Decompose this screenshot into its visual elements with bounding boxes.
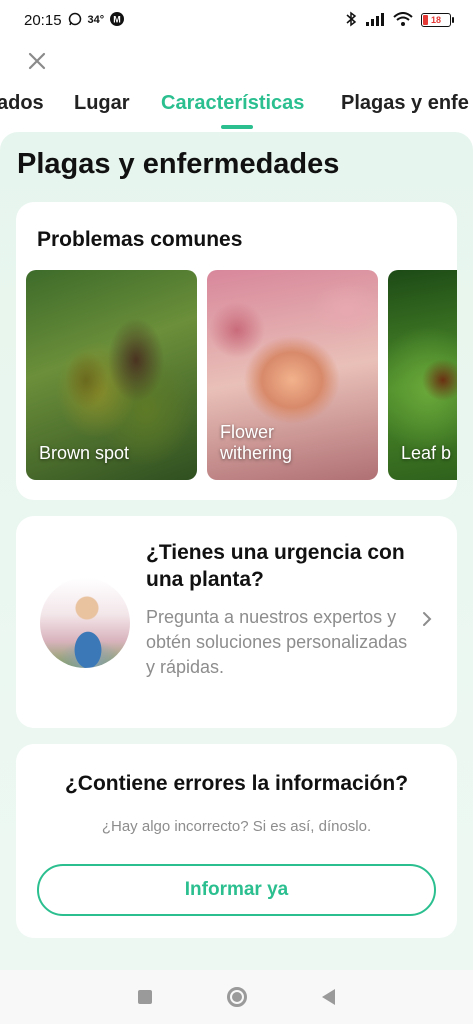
card-title: Problemas comunes	[37, 228, 243, 251]
close-icon	[28, 52, 46, 70]
m-badge-icon: M	[110, 11, 125, 29]
problem-label: Brown spot	[39, 443, 130, 463]
status-bar: 20:15 34° M 18	[0, 0, 473, 40]
expert-avatar	[40, 578, 130, 668]
feedback-title: ¿Contiene errores la información?	[64, 772, 409, 795]
feedback-subtitle: ¿Hay algo incorrecto? Si es así, díno­sl…	[101, 818, 372, 835]
expert-help-title: ¿Tienes una urgencia con una planta?	[146, 541, 405, 591]
expert-help-card[interactable]: ¿Tienes una urgencia con una planta? Pre…	[16, 516, 457, 728]
clock: 20:15	[24, 11, 62, 29]
report-button[interactable]: Informar ya	[37, 864, 436, 916]
tab-plagas[interactable]: Plagas y enfe	[341, 92, 469, 115]
temperature: 34°	[87, 14, 105, 26]
wifi-icon	[393, 11, 413, 29]
problem-label: Flower withering	[220, 422, 293, 463]
system-nav-bar	[0, 970, 473, 1024]
whatsapp-icon	[68, 12, 82, 29]
status-left: 20:15 34° M	[24, 11, 125, 29]
home-icon[interactable]	[226, 987, 247, 1007]
tab-bar: ados Lugar Características Plagas y enfe	[0, 84, 473, 130]
bluetooth-icon	[345, 11, 357, 30]
problem-card-leaf[interactable]: Leaf b	[388, 270, 457, 480]
problem-label: Leaf b	[401, 443, 452, 463]
recent-apps-icon[interactable]	[137, 990, 152, 1004]
problem-card-flower-withering[interactable]: Flower withering	[207, 270, 378, 480]
problem-card-brown-spot[interactable]: Brown spot	[26, 270, 197, 480]
battery-icon: 18	[421, 13, 454, 27]
tab-caracteristicas[interactable]: Características	[161, 92, 304, 115]
active-tab-indicator	[221, 125, 253, 129]
close-button[interactable]	[22, 46, 52, 76]
chevron-right-icon	[421, 608, 433, 634]
battery-level: 18	[430, 15, 441, 25]
back-icon[interactable]	[322, 989, 336, 1005]
common-problems-card: Problemas comunes Brown spot Flower with…	[16, 202, 457, 500]
signal-icon	[365, 12, 385, 29]
page-title: Plagas y enfermedades	[17, 148, 340, 180]
feedback-card: ¿Contiene errores la información? ¿Hay a…	[16, 744, 457, 938]
expert-help-description: Pregunta a nuestros expertos y obtén sol…	[146, 607, 408, 677]
main-content: Plagas y enfermedades Problemas comunes …	[0, 132, 473, 970]
tab-lugar[interactable]: Lugar	[74, 92, 130, 115]
tab-cuidados[interactable]: ados	[0, 92, 44, 115]
svg-text:M: M	[113, 14, 121, 24]
status-right: 18	[345, 11, 454, 30]
